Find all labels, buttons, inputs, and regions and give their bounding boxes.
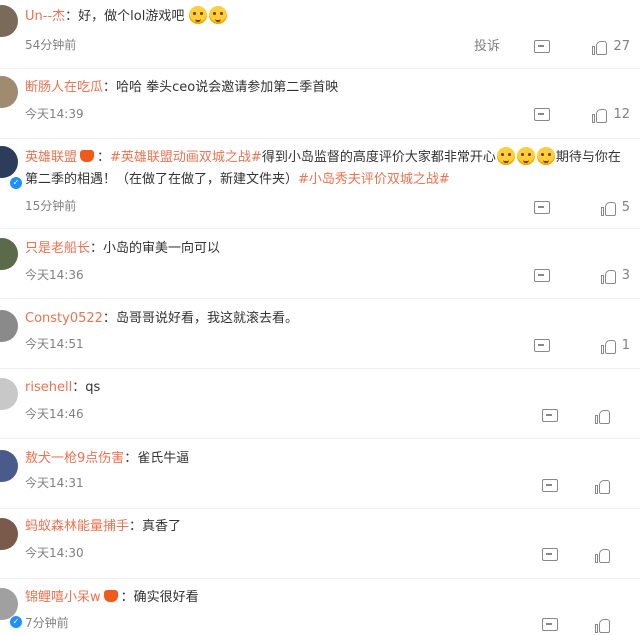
like-count: 5 bbox=[621, 200, 630, 215]
username-link[interactable]: 只是老船长 bbox=[25, 241, 90, 256]
comment-text: 雀氏牛逼 bbox=[137, 451, 190, 466]
comment-item: Consty0522：岛哥哥说好看，我这就滚去看。 今天14:51 1 bbox=[0, 298, 640, 369]
report-button[interactable]: 投诉 bbox=[474, 37, 500, 57]
like-button[interactable]: 27 bbox=[592, 37, 630, 57]
thumbs-up-icon bbox=[595, 618, 610, 633]
thumbs-up-icon bbox=[600, 201, 616, 216]
like-button[interactable]: 5 bbox=[600, 198, 630, 218]
comment-time: 今天14:39 bbox=[25, 107, 84, 121]
membership-crown-icon bbox=[103, 590, 118, 602]
comment-icon[interactable] bbox=[534, 108, 550, 121]
comment-time: 15分钟前 bbox=[25, 199, 77, 213]
thumbs-up-icon bbox=[595, 548, 610, 563]
like-button[interactable] bbox=[595, 615, 610, 635]
comment-item: 只是老船长：小岛的审美一向可以 今天14:36 3 bbox=[0, 228, 640, 299]
smile-emoji-icon bbox=[496, 147, 515, 165]
comment-item: ✓ 英雄联盟 ：#英雄联盟动画双城之战#得到小岛监督的高度评价大家都非常开心 期待与… bbox=[0, 138, 640, 229]
smile-emoji-icon bbox=[536, 147, 555, 165]
avatar[interactable] bbox=[0, 450, 18, 482]
comment-item: 断肠人在吃瓜：哈哈 拳头ceo说会邀请参加第二季首映 今天14:39 12 bbox=[0, 68, 640, 139]
smile-emoji-icon bbox=[516, 147, 535, 165]
avatar[interactable] bbox=[0, 146, 18, 178]
comment-item: risehell：qs 今天14:46 bbox=[0, 368, 640, 439]
comment-icon[interactable] bbox=[534, 40, 550, 53]
like-button[interactable]: 3 bbox=[600, 266, 630, 286]
like-count: 27 bbox=[613, 39, 630, 54]
doge-emoji-icon bbox=[209, 6, 228, 24]
membership-crown-icon bbox=[80, 150, 95, 162]
comment-icon[interactable] bbox=[542, 548, 558, 561]
comment-icon[interactable] bbox=[542, 618, 558, 631]
comment-text: 第二季的相遇！（在做了在做了，新建文件夹） bbox=[25, 172, 299, 187]
comment-text: 真香了 bbox=[142, 519, 182, 534]
comment-time: 54分钟前 bbox=[25, 38, 77, 52]
thumbs-up-icon bbox=[595, 479, 610, 494]
topic-link[interactable]: #英雄联盟动画双城之战# bbox=[110, 150, 262, 165]
like-button[interactable] bbox=[595, 476, 610, 496]
comment-text: 好，做个lol游戏吧 bbox=[78, 9, 185, 24]
thumbs-up-icon bbox=[600, 269, 616, 284]
verified-badge-icon: ✓ bbox=[9, 176, 23, 190]
comment-icon[interactable] bbox=[534, 201, 550, 214]
comment-text: 哈哈 拳头ceo说会邀请参加第二季首映 bbox=[116, 80, 339, 95]
like-button[interactable] bbox=[595, 545, 610, 565]
like-button[interactable]: 12 bbox=[592, 105, 630, 125]
comment-time: 今天14:51 bbox=[25, 337, 84, 351]
username-link[interactable]: 断肠人在吃瓜 bbox=[25, 80, 103, 95]
username-link[interactable]: 英雄联盟 bbox=[25, 150, 77, 165]
username-link[interactable]: 锦鲤嘻小呆w bbox=[25, 590, 101, 605]
comment-time: 今天14:46 bbox=[25, 407, 84, 421]
comment-time: 今天14:36 bbox=[25, 268, 84, 282]
avatar[interactable] bbox=[0, 238, 18, 270]
verified-badge-icon: ✓ bbox=[9, 615, 23, 629]
comment-item: 敖犬一枪9点伤害：雀氏牛逼 今天14:31 bbox=[0, 438, 640, 509]
thumbs-up-icon bbox=[592, 40, 608, 55]
avatar[interactable] bbox=[0, 310, 18, 342]
doge-emoji-icon bbox=[189, 6, 208, 24]
comment-icon[interactable] bbox=[534, 269, 550, 282]
like-button[interactable]: 1 bbox=[600, 336, 630, 356]
comment-item: 蚂蚁森林能量捕手：真香了 今天14:30 bbox=[0, 508, 640, 579]
comment-text: 小岛的审美一向可以 bbox=[103, 241, 221, 256]
comment-time: 今天14:31 bbox=[25, 476, 84, 490]
like-button[interactable] bbox=[595, 406, 610, 426]
comment-text: qs bbox=[85, 380, 101, 395]
comment-time: 今天14:30 bbox=[25, 546, 84, 560]
comment-time: 7分钟前 bbox=[25, 616, 69, 630]
avatar[interactable] bbox=[0, 518, 18, 550]
comment-item: Un--杰：好，做个lol游戏吧 54分钟前 投诉 27 bbox=[0, 0, 640, 69]
like-count: 1 bbox=[621, 338, 630, 353]
comment-icon[interactable] bbox=[542, 409, 558, 422]
comment-text: 得到小岛监督的高度评价大家都非常开心 bbox=[261, 150, 496, 165]
comment-text: 期待与你在 bbox=[555, 150, 621, 165]
comment-text: 确实很好看 bbox=[133, 590, 199, 605]
username-link[interactable]: Un--杰 bbox=[25, 9, 65, 24]
avatar[interactable] bbox=[0, 378, 18, 410]
comment-item: ✓ 锦鲤嘻小呆w ：确实很好看 7分钟前 bbox=[0, 578, 640, 635]
username-link[interactable]: Consty0522 bbox=[25, 311, 103, 326]
comment-text: 岛哥哥说好看，我这就滚去看。 bbox=[115, 311, 298, 326]
avatar[interactable] bbox=[0, 76, 18, 108]
avatar[interactable] bbox=[0, 5, 18, 37]
username-link[interactable]: 蚂蚁森林能量捕手 bbox=[25, 519, 129, 534]
username-link[interactable]: 敖犬一枪9点伤害 bbox=[25, 451, 124, 466]
like-count: 12 bbox=[613, 107, 630, 122]
thumbs-up-icon bbox=[600, 339, 616, 354]
like-count: 3 bbox=[621, 268, 630, 283]
comment-icon[interactable] bbox=[534, 339, 550, 352]
topic-link[interactable]: #小岛秀夫评价双城之战# bbox=[298, 172, 450, 187]
comment-icon[interactable] bbox=[542, 479, 558, 492]
username-link[interactable]: risehell bbox=[25, 380, 72, 395]
thumbs-up-icon bbox=[592, 108, 608, 123]
thumbs-up-icon bbox=[595, 409, 610, 424]
